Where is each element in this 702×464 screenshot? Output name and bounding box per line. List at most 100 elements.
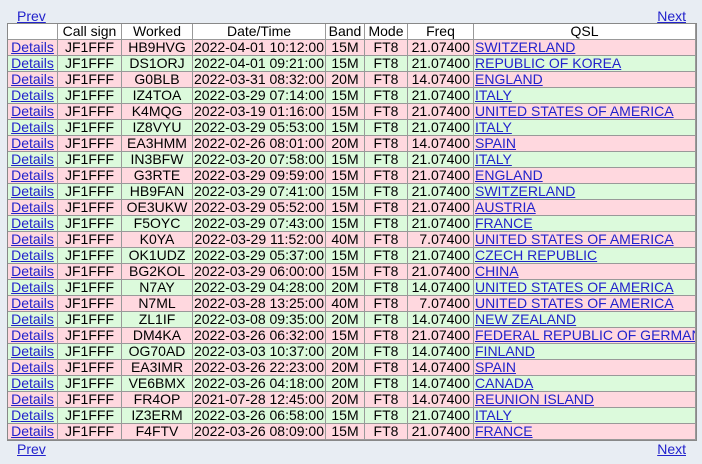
qsl-country-link[interactable]: ENGLAND xyxy=(475,168,543,183)
call-sign-cell: JF1FFF xyxy=(58,392,122,408)
worked-cell: N7AY xyxy=(122,280,193,296)
freq-cell: 7.07400 xyxy=(408,232,474,248)
details-cell: Details xyxy=(8,232,58,248)
worked-cell: N7ML xyxy=(122,296,193,312)
datetime-cell: 2022-03-20 07:58:00 xyxy=(193,152,326,168)
details-link[interactable]: Details xyxy=(11,344,54,359)
details-cell: Details xyxy=(8,136,58,152)
qsl-country-cell: FEDERAL REPUBLIC OF GERMANY xyxy=(474,328,696,344)
table-row: Details JF1FFF K0YA 2022-03-29 11:52:00 40M F… xyxy=(8,232,696,248)
table-row: Details JF1FFF IN3BFW 2022-03-20 07:58:00 15… xyxy=(8,152,696,168)
details-link[interactable]: Details xyxy=(11,264,54,279)
details-link[interactable]: Details xyxy=(11,200,54,215)
datetime-cell: 2022-03-29 07:43:00 xyxy=(193,216,326,232)
qsl-country-link[interactable]: REPUBLIC OF KOREA xyxy=(475,56,621,71)
datetime-cell: 2022-03-29 06:00:00 xyxy=(193,264,326,280)
qsl-country-cell: CZECH REPUBLIC xyxy=(474,248,696,264)
details-link[interactable]: Details xyxy=(11,168,54,183)
call-sign-cell: JF1FFF xyxy=(58,360,122,376)
freq-cell: 21.07400 xyxy=(408,88,474,104)
qsl-country-link[interactable]: UNITED STATES OF AMERICA xyxy=(475,280,674,295)
qsl-country-link[interactable]: ITALY xyxy=(475,120,512,135)
details-link[interactable]: Details xyxy=(11,360,54,375)
qsl-country-link[interactable]: ENGLAND xyxy=(475,72,543,87)
details-link[interactable]: Details xyxy=(11,296,54,311)
call-sign-cell: JF1FFF xyxy=(58,312,122,328)
qsl-country-link[interactable]: ITALY xyxy=(475,88,512,103)
next-link-top[interactable]: Next xyxy=(657,8,686,24)
details-link[interactable]: Details xyxy=(11,392,54,407)
details-link[interactable]: Details xyxy=(11,424,54,439)
worked-cell: F5OYC xyxy=(122,216,193,232)
details-link[interactable]: Details xyxy=(11,408,54,423)
worked-cell: HB9HVG xyxy=(122,40,193,56)
qsl-country-cell: FRANCE xyxy=(474,424,696,440)
details-link[interactable]: Details xyxy=(11,120,54,135)
qsl-country-link[interactable]: SWITZERLAND xyxy=(475,40,575,55)
details-cell: Details xyxy=(8,56,58,72)
band-cell: 20M xyxy=(326,376,365,392)
qsl-country-cell: FINLAND xyxy=(474,344,696,360)
qsl-country-link[interactable]: AUSTRIA xyxy=(475,200,536,215)
details-link[interactable]: Details xyxy=(11,248,54,263)
prev-link-bottom[interactable]: Prev xyxy=(17,441,46,457)
qsl-country-link[interactable]: FEDERAL REPUBLIC OF GERMANY xyxy=(475,328,695,343)
table-row: Details JF1FFF N7AY 2022-03-29 04:28:00 20M F… xyxy=(8,280,696,296)
qsl-country-cell: ENGLAND xyxy=(474,168,696,184)
qsl-country-link[interactable]: UNITED STATES OF AMERICA xyxy=(475,296,674,311)
qsl-country-link[interactable]: SPAIN xyxy=(475,360,516,375)
details-link[interactable]: Details xyxy=(11,152,54,167)
qsl-country-link[interactable]: CZECH REPUBLIC xyxy=(475,248,597,263)
qsl-country-link[interactable]: REUNION ISLAND xyxy=(475,392,594,407)
call-sign-cell: JF1FFF xyxy=(58,104,122,120)
details-link[interactable]: Details xyxy=(11,376,54,391)
freq-cell: 14.07400 xyxy=(408,280,474,296)
prev-link-top[interactable]: Prev xyxy=(17,8,46,24)
call-sign-cell: JF1FFF xyxy=(58,296,122,312)
details-cell: Details xyxy=(8,408,58,424)
qsl-country-cell: SWITZERLAND xyxy=(474,184,696,200)
qsl-country-link[interactable]: FRANCE xyxy=(475,424,533,439)
qsl-country-link[interactable]: NEW ZEALAND xyxy=(475,312,576,327)
qsl-country-link[interactable]: ITALY xyxy=(475,408,512,423)
call-sign-cell: JF1FFF xyxy=(58,376,122,392)
details-cell: Details xyxy=(8,168,58,184)
mode-cell: FT8 xyxy=(365,232,408,248)
band-cell: 15M xyxy=(326,200,365,216)
qsl-country-link[interactable]: UNITED STATES OF AMERICA xyxy=(475,104,674,119)
details-link[interactable]: Details xyxy=(11,216,54,231)
details-cell: Details xyxy=(8,72,58,88)
details-link[interactable]: Details xyxy=(11,56,54,71)
qsl-country-link[interactable]: FRANCE xyxy=(475,216,533,231)
details-link[interactable]: Details xyxy=(11,72,54,87)
mode-cell: FT8 xyxy=(365,72,408,88)
details-link[interactable]: Details xyxy=(11,312,54,327)
freq-cell: 14.07400 xyxy=(408,136,474,152)
qsl-country-link[interactable]: FINLAND xyxy=(475,344,535,359)
details-link[interactable]: Details xyxy=(11,136,54,151)
qsl-country-link[interactable]: SPAIN xyxy=(475,136,516,151)
worked-cell: DM4KA xyxy=(122,328,193,344)
details-link[interactable]: Details xyxy=(11,328,54,343)
mode-cell: FT8 xyxy=(365,168,408,184)
details-link[interactable]: Details xyxy=(11,280,54,295)
details-link[interactable]: Details xyxy=(11,40,54,55)
qsl-country-link[interactable]: SWITZERLAND xyxy=(475,184,575,199)
qsl-country-link[interactable]: CHINA xyxy=(475,264,519,279)
band-cell: 15M xyxy=(326,168,365,184)
details-cell: Details xyxy=(8,312,58,328)
mode-cell: FT8 xyxy=(365,360,408,376)
header-actions xyxy=(8,24,58,40)
qsl-country-link[interactable]: UNITED STATES OF AMERICA xyxy=(475,232,674,247)
qsl-country-link[interactable]: CANADA xyxy=(475,376,533,391)
band-cell: 15M xyxy=(326,408,365,424)
call-sign-cell: JF1FFF xyxy=(58,88,122,104)
details-link[interactable]: Details xyxy=(11,88,54,103)
details-link[interactable]: Details xyxy=(11,232,54,247)
freq-cell: 21.07400 xyxy=(408,216,474,232)
details-link[interactable]: Details xyxy=(11,184,54,199)
details-link[interactable]: Details xyxy=(11,104,54,119)
next-link-bottom[interactable]: Next xyxy=(657,441,686,457)
qsl-country-link[interactable]: ITALY xyxy=(475,152,512,167)
datetime-cell: 2022-03-19 01:16:00 xyxy=(193,104,326,120)
